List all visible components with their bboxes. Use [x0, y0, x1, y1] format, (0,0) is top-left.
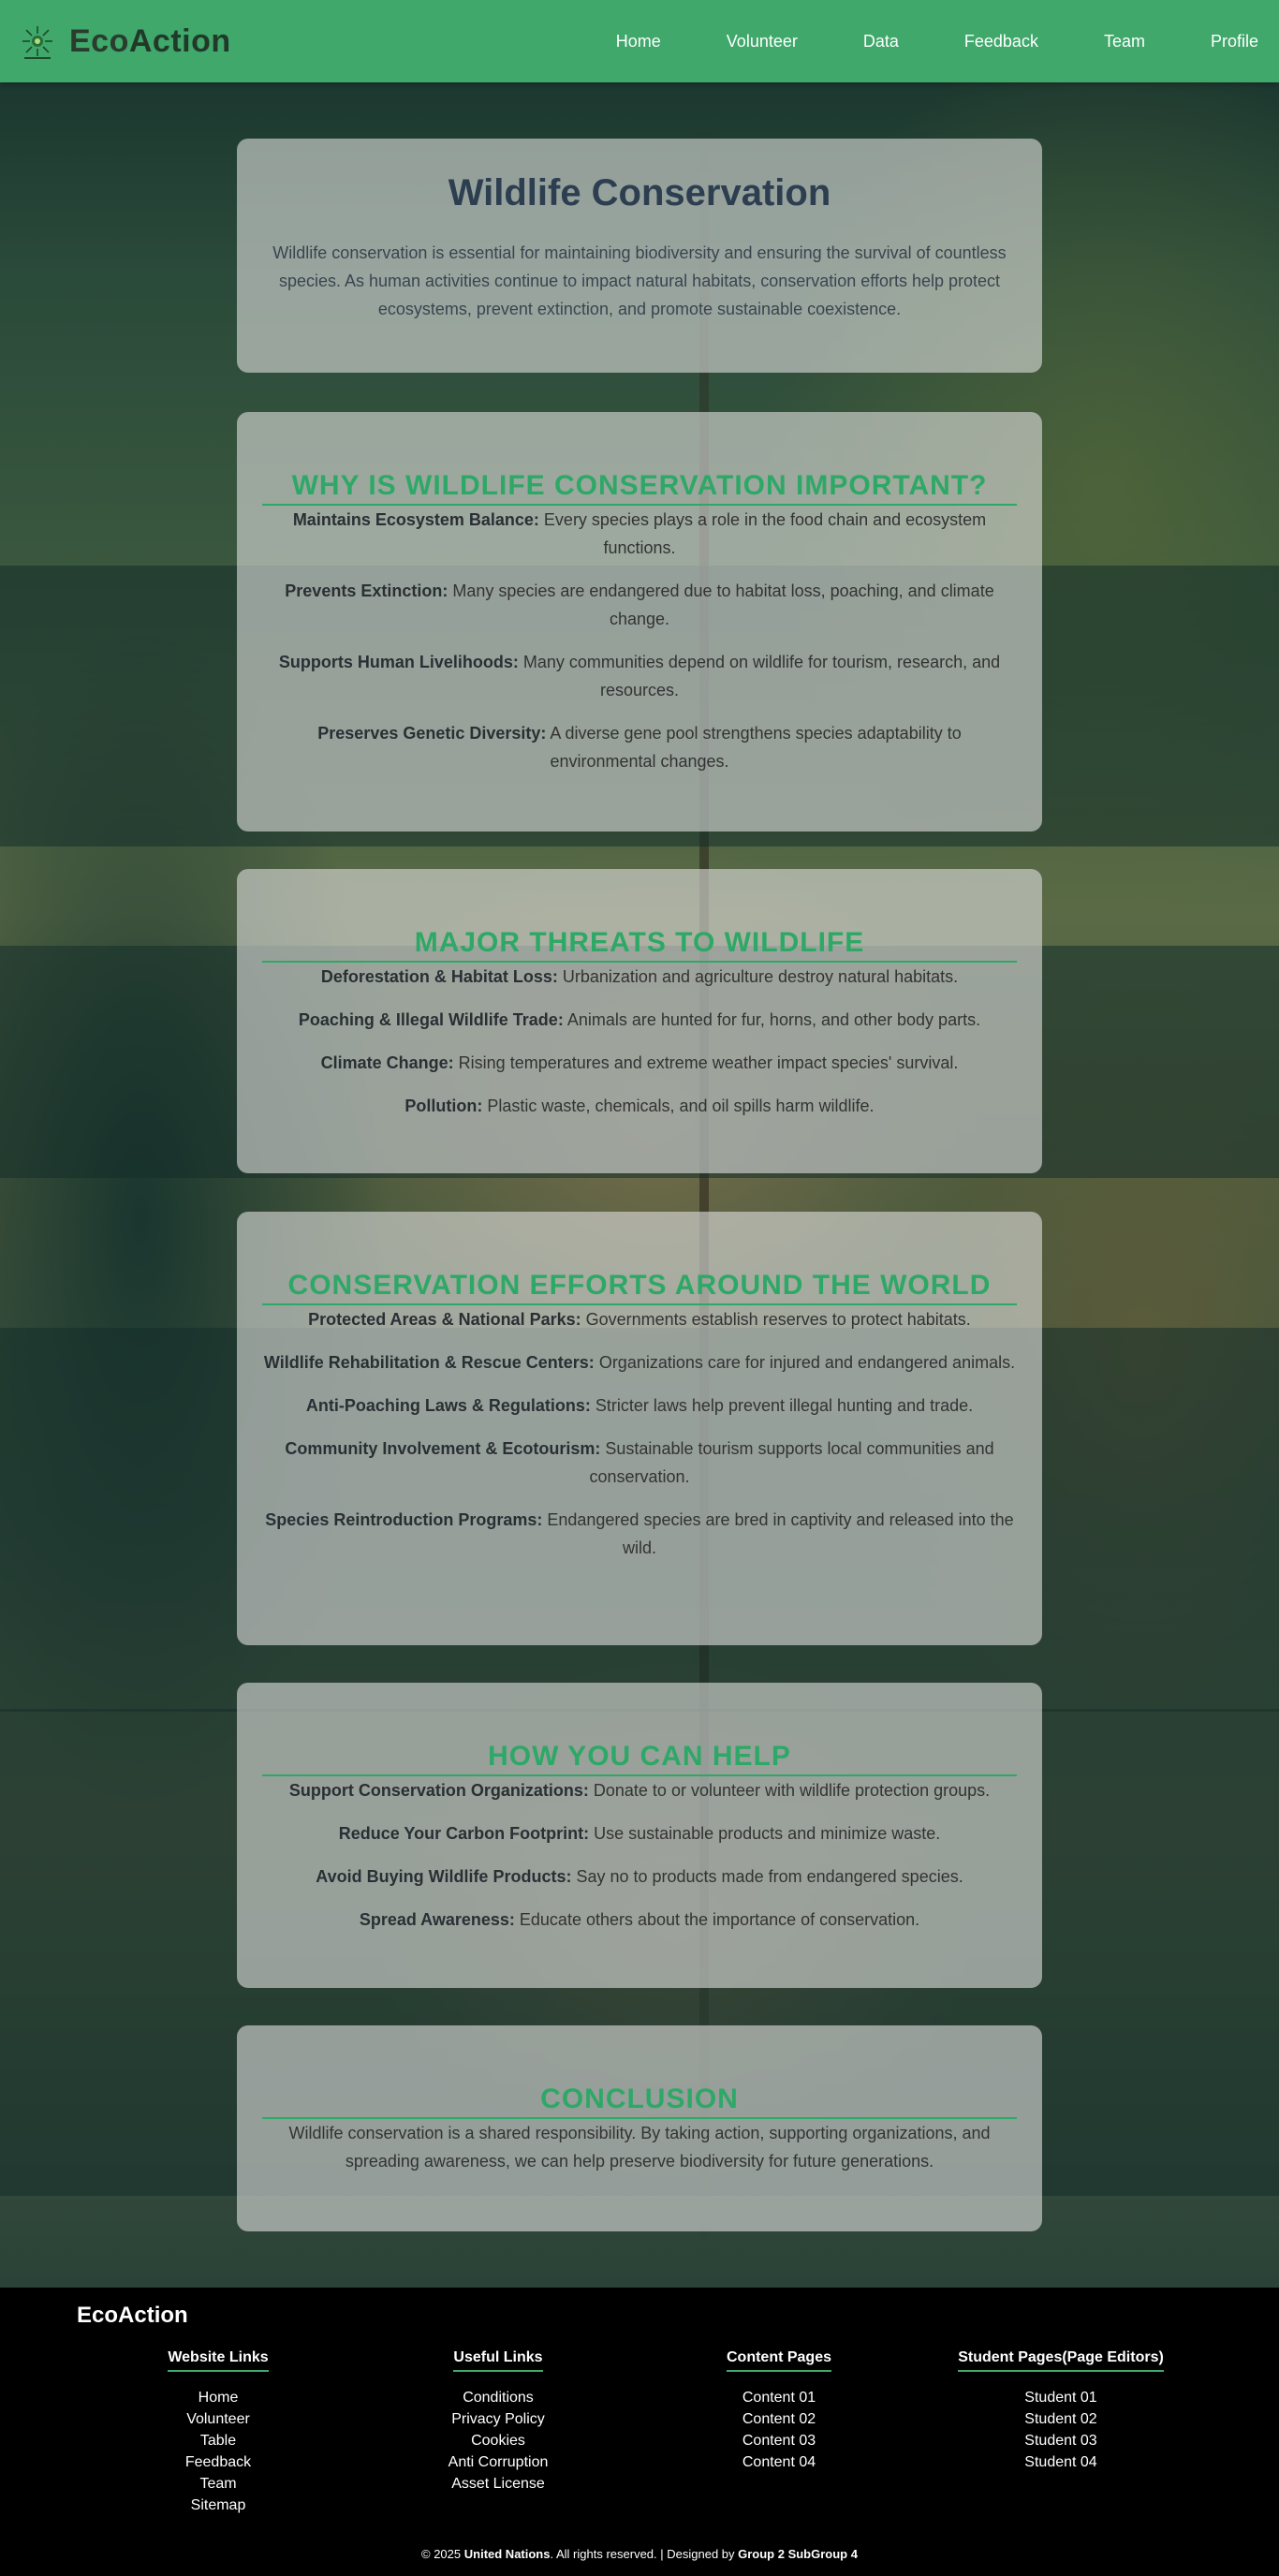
list-item: Maintains Ecosystem Balance: Every speci… [292, 510, 987, 557]
list-item: Anti-Poaching Laws & Regulations: Strict… [305, 1396, 974, 1415]
footer-column-student-pages: Student Pages(Page Editors) Student 01 S… [948, 2349, 1173, 2473]
footer-link[interactable]: Anti Corruption [433, 2451, 564, 2473]
section-title: CONCLUSION [262, 2083, 1017, 2119]
section-title: WHY IS WILDLIFE CONSERVATION IMPORTANT? [262, 470, 1017, 506]
conclusion-text: Wildlife conservation is a shared respon… [288, 2124, 991, 2171]
footer-brand: EcoAction [77, 2303, 188, 2328]
list-item: Prevents Extinction: Many species are en… [285, 581, 994, 628]
footer-link[interactable]: Sitemap [167, 2495, 270, 2516]
footer-link[interactable]: Student 01 [948, 2387, 1173, 2408]
section-card-threats: MAJOR THREATS TO WILDLIFE Deforestation … [237, 869, 1042, 1173]
footer-link[interactable]: Table [167, 2430, 270, 2451]
section-title: MAJOR THREATS TO WILDLIFE [262, 927, 1017, 963]
list-item: Deforestation & Habitat Loss: Urbanizati… [320, 967, 959, 986]
footer-column-title: Content Pages [726, 2349, 831, 2372]
logo[interactable]: EcoAction [19, 21, 231, 62]
main-nav: Home Volunteer Data Feedback Team Profil… [551, 32, 1258, 52]
footer-link[interactable]: Student 02 [948, 2408, 1173, 2430]
brand-name: EcoAction [69, 22, 231, 59]
footer-link[interactable]: Student 03 [948, 2430, 1173, 2451]
section-card-help: HOW YOU CAN HELP Support Conservation Or… [237, 1683, 1042, 1988]
list-item: Avoid Buying Wildlife Products: Say no t… [316, 1867, 963, 1886]
footer-column-title: Useful Links [453, 2349, 543, 2372]
footer-link[interactable]: Home [167, 2387, 270, 2408]
footer-link[interactable]: Asset License [433, 2473, 564, 2495]
conclusion-card: CONCLUSION Wildlife conservation is a sh… [237, 2025, 1042, 2231]
footer-link[interactable]: Content 01 [723, 2387, 835, 2408]
nav-home[interactable]: Home [616, 32, 661, 52]
footer-link[interactable]: Content 02 [723, 2408, 835, 2430]
list-item: Protected Areas & National Parks: Govern… [308, 1310, 971, 1329]
list-item: Climate Change: Rising temperatures and … [320, 1053, 959, 1072]
footer-link[interactable]: Student 04 [948, 2451, 1173, 2473]
footer-column-useful-links: Useful Links Conditions Privacy Policy C… [433, 2349, 564, 2495]
list-item: Preserves Genetic Diversity: A diverse g… [317, 724, 962, 771]
nav-profile[interactable]: Profile [1211, 32, 1258, 52]
hero-card: Wildlife Conservation Wildlife conservat… [237, 139, 1042, 373]
section-title: HOW YOU CAN HELP [262, 1741, 1017, 1776]
list-item: Species Reintroduction Programs: Endange… [265, 1510, 1014, 1557]
nav-feedback[interactable]: Feedback [964, 32, 1038, 52]
footer-link[interactable]: Content 04 [723, 2451, 835, 2473]
footer-column-website-links: Website Links Home Volunteer Table Feedb… [167, 2349, 270, 2516]
footer-link[interactable]: Conditions [433, 2387, 564, 2408]
footer-column-title: Student Pages(Page Editors) [958, 2349, 1164, 2372]
list-item: Reduce Your Carbon Footprint: Use sustai… [338, 1824, 941, 1843]
list-item: Support Conservation Organizations: Dona… [288, 1781, 991, 1800]
list-item: Poaching & Illegal Wildlife Trade: Anima… [298, 1010, 981, 1029]
footer-link[interactable]: Privacy Policy [433, 2408, 564, 2430]
footer-column-title: Website Links [168, 2349, 269, 2372]
eco-sun-icon [22, 26, 52, 59]
list-item: Community Involvement & Ecotourism: Sust… [285, 1439, 994, 1486]
section-card-importance: WHY IS WILDLIFE CONSERVATION IMPORTANT? … [237, 412, 1042, 832]
list-item: Pollution: Plastic waste, chemicals, and… [404, 1097, 875, 1115]
nav-volunteer[interactable]: Volunteer [727, 32, 798, 52]
copyright: © 2025 United Nations. All rights reserv… [421, 2547, 858, 2561]
page-title: Wildlife Conservation [448, 172, 831, 213]
footer-link[interactable]: Cookies [433, 2430, 564, 2451]
footer-link[interactable]: Feedback [167, 2451, 270, 2473]
list-item: Wildlife Rehabilitation & Rescue Centers… [263, 1353, 1016, 1372]
site-footer: EcoAction Website Links Home Volunteer T… [0, 2288, 1279, 2576]
hero-text: Wildlife conservation is essential for m… [272, 243, 1007, 318]
footer-link[interactable]: Volunteer [167, 2408, 270, 2430]
footer-link[interactable]: Content 03 [723, 2430, 835, 2451]
section-card-efforts: CONSERVATION EFFORTS AROUND THE WORLD Pr… [237, 1212, 1042, 1645]
footer-link[interactable]: Team [167, 2473, 270, 2495]
list-item: Spread Awareness: Educate others about t… [359, 1910, 920, 1929]
site-header: EcoAction Home Volunteer Data Feedback T… [0, 0, 1279, 82]
nav-team[interactable]: Team [1104, 32, 1145, 52]
list-item: Supports Human Livelihoods: Many communi… [278, 653, 1001, 699]
section-title: CONSERVATION EFFORTS AROUND THE WORLD [262, 1270, 1017, 1305]
footer-column-content-pages: Content Pages Content 01 Content 02 Cont… [723, 2349, 835, 2473]
nav-data[interactable]: Data [863, 32, 899, 52]
